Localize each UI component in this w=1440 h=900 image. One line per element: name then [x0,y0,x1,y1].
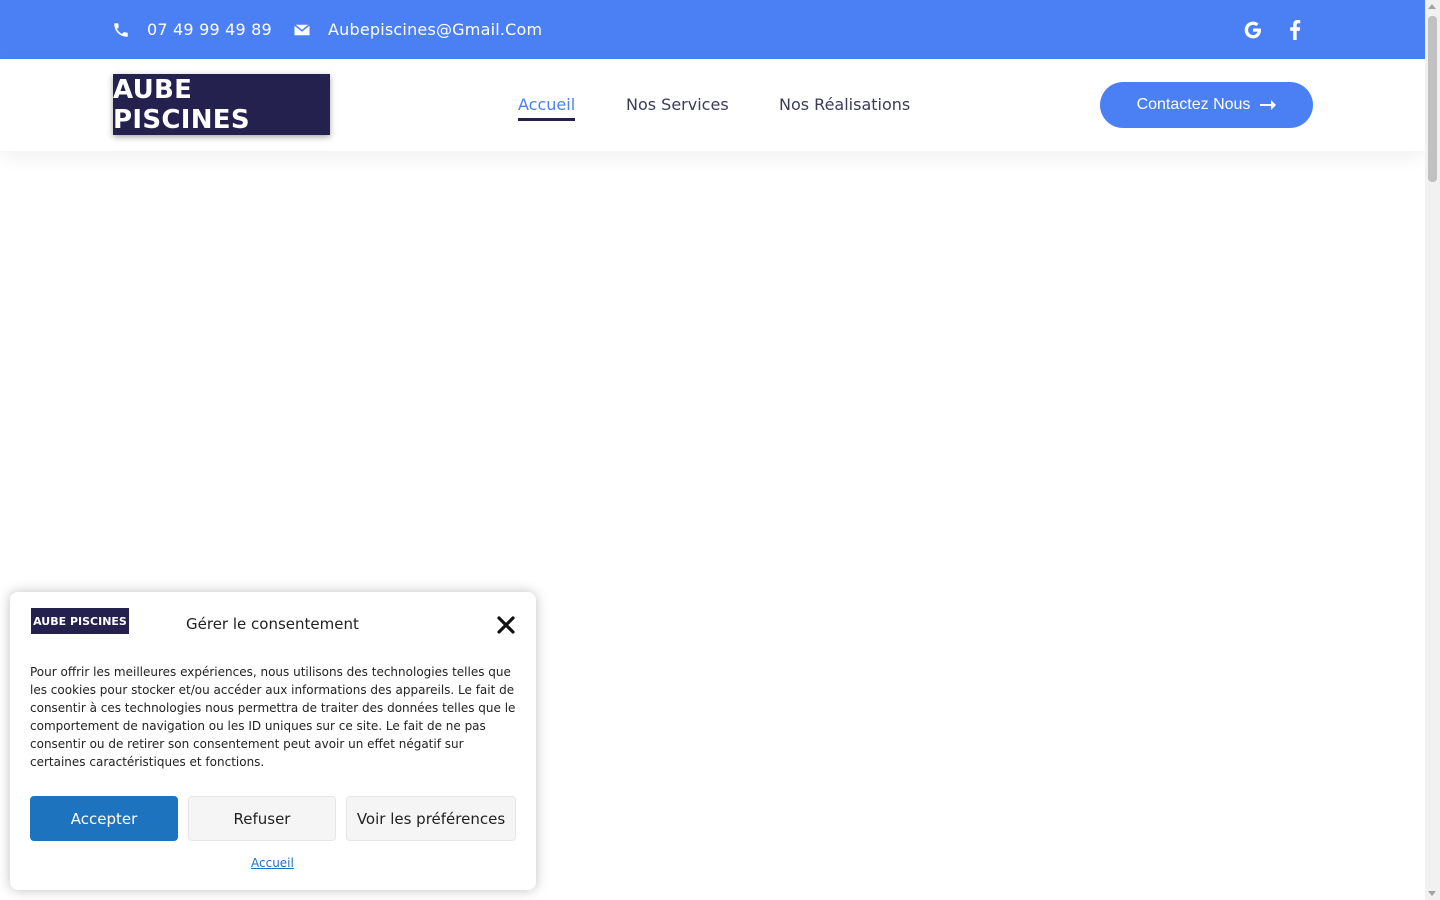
scroll-up-icon[interactable] [1428,4,1436,9]
facebook-link[interactable] [1288,0,1302,59]
google-icon [1244,21,1261,38]
consent-footer-link[interactable]: Accueil [251,856,294,870]
phone-icon [114,22,128,37]
contact-button-label: Contactez Nous [1136,96,1251,113]
nav-item-realisations[interactable]: Nos Réalisations [779,95,910,114]
scrollbar-thumb[interactable] [1428,16,1437,182]
view-preferences-button[interactable]: Voir les préférences [346,796,516,841]
top-bar: 07 49 99 49 89 Aubepiscines@Gmail.Com [0,0,1425,59]
nav-item-services[interactable]: Nos Services [626,95,729,114]
consent-logo: AUBE PISCINES [31,608,129,634]
accept-button[interactable]: Accepter [30,796,178,841]
phone-number: 07 49 99 49 89 [147,20,272,39]
nav-item-accueil[interactable]: Accueil [518,95,576,121]
consent-body-text: Pour offrir les meilleures expériences, … [30,665,516,769]
google-link[interactable] [1243,0,1263,59]
consent-title: Gérer le consentement [186,615,359,633]
scroll-down-icon[interactable] [1428,891,1436,896]
arrow-right-icon [1260,100,1277,110]
contact-button[interactable]: Contactez Nous [1100,82,1313,128]
phone-contact[interactable]: 07 49 99 49 89 [112,0,272,59]
close-icon[interactable] [497,616,515,634]
envelope-icon [294,23,310,35]
page-scrollbar[interactable] [1425,0,1440,900]
site-logo[interactable]: AUBE PISCINES [113,74,330,135]
consent-dialog: AUBE PISCINES Gérer le consentement Pour… [10,592,536,890]
email-address: Aubepiscines@Gmail.Com [328,20,543,39]
facebook-icon [1290,19,1301,40]
email-contact[interactable]: Aubepiscines@Gmail.Com [293,0,542,59]
site-header: AUBE PISCINES Accueil Nos Services Nos R… [0,59,1425,151]
refuse-button[interactable]: Refuser [188,796,336,841]
